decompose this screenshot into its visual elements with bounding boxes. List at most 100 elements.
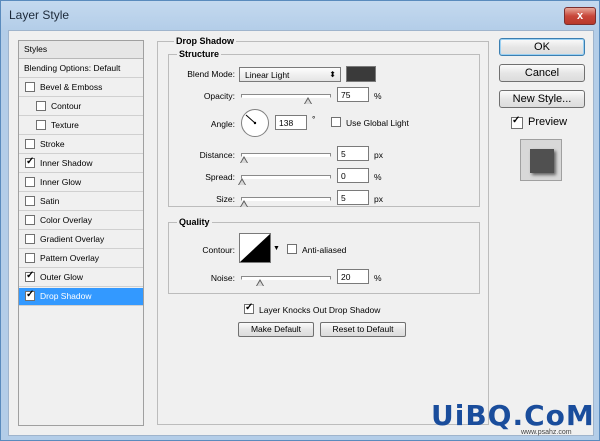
style-item-checkbox[interactable] <box>25 234 35 244</box>
angle-unit: ° <box>312 114 316 124</box>
blend-mode-label: Blend Mode: <box>187 69 235 79</box>
style-item-checkbox[interactable] <box>25 177 35 187</box>
distance-input[interactable]: 5 <box>337 146 369 161</box>
style-item-stroke[interactable]: Stroke <box>19 136 143 154</box>
size-slider[interactable] <box>239 197 331 207</box>
dialog-body: Styles Blending Options: Default Bevel & … <box>8 30 594 436</box>
preview-checkbox[interactable] <box>511 115 523 129</box>
style-item-checkbox[interactable] <box>36 101 46 111</box>
style-item-checkbox[interactable] <box>25 215 35 225</box>
style-item-satin[interactable]: Satin <box>19 193 143 211</box>
style-item-checkbox[interactable] <box>25 253 35 263</box>
style-item-checkbox[interactable] <box>25 196 35 206</box>
style-item-inner-glow[interactable]: Inner Glow <box>19 174 143 192</box>
spread-unit: % <box>374 172 382 182</box>
title-bar[interactable]: Layer Style x <box>1 1 599 31</box>
structure-title: Structure <box>177 49 222 59</box>
style-item-label: Stroke <box>40 139 65 149</box>
spread-slider-thumb[interactable] <box>238 178 246 185</box>
size-unit: px <box>374 194 383 204</box>
anti-aliased-label: Anti-aliased <box>302 245 347 255</box>
reset-to-default-button[interactable]: Reset to Default <box>320 322 406 337</box>
styles-header[interactable]: Styles <box>19 41 143 59</box>
style-item-label: Satin <box>40 196 60 206</box>
distance-label: Distance: <box>199 150 235 160</box>
new-style-button[interactable]: New Style... <box>499 90 585 108</box>
size-input[interactable]: 5 <box>337 190 369 205</box>
style-item-outer-glow[interactable]: Outer Glow <box>19 269 143 287</box>
style-item-drop-shadow[interactable]: Drop Shadow <box>19 288 143 306</box>
style-item-checkbox[interactable] <box>25 270 35 282</box>
style-item-label: Inner Shadow <box>40 158 93 168</box>
knocks-out-checkbox[interactable] <box>244 302 254 314</box>
styles-list: Styles Blending Options: Default Bevel & … <box>18 40 144 426</box>
opacity-slider[interactable] <box>241 94 331 104</box>
anti-aliased-checkbox[interactable] <box>287 244 297 254</box>
style-item-checkbox[interactable] <box>25 139 35 149</box>
cancel-button[interactable]: Cancel <box>499 64 585 82</box>
style-item-label: Color Overlay <box>40 215 92 225</box>
style-item-bevel-emboss[interactable]: Bevel & Emboss <box>19 79 143 97</box>
angle-input[interactable]: 138 <box>275 115 307 130</box>
spread-input[interactable]: 0 <box>337 168 369 183</box>
style-item-label: Texture <box>51 120 79 130</box>
style-item-pattern-overlay[interactable]: Pattern Overlay <box>19 250 143 268</box>
style-item-checkbox[interactable] <box>36 120 46 130</box>
watermark-url: www.psahz.com <box>521 429 572 436</box>
distance-slider[interactable] <box>239 153 331 163</box>
contour-picker[interactable] <box>239 233 271 263</box>
spread-slider[interactable] <box>238 175 331 185</box>
style-item-label: Outer Glow <box>40 272 83 282</box>
styles-header-label: Styles <box>24 44 48 54</box>
opacity-input[interactable]: 75 <box>337 87 369 102</box>
style-item-gradient-overlay[interactable]: Gradient Overlay <box>19 231 143 249</box>
angle-needle-icon <box>245 114 257 125</box>
chevron-updown-icon: ⬍ <box>329 70 336 79</box>
quality-title: Quality <box>177 217 212 227</box>
style-item-label: Pattern Overlay <box>40 253 100 263</box>
noise-slider-thumb[interactable] <box>255 279 264 286</box>
opacity-unit: % <box>374 91 382 101</box>
noise-unit: % <box>374 273 382 283</box>
style-item-label: Gradient Overlay <box>40 234 105 244</box>
style-item-checkbox[interactable] <box>25 156 35 168</box>
style-item-color-overlay[interactable]: Color Overlay <box>19 212 143 230</box>
preview-swatch <box>530 149 554 173</box>
style-item-label: Blending Options: Default <box>24 63 121 73</box>
ok-button[interactable]: OK <box>499 38 585 56</box>
style-item-label: Bevel & Emboss <box>40 82 103 92</box>
watermark-logo: UiBQ.CoM <box>431 399 595 432</box>
style-item-label: Drop Shadow <box>40 291 92 301</box>
opacity-label: Opacity: <box>203 91 235 101</box>
shadow-color-swatch[interactable] <box>346 66 376 82</box>
distance-slider-thumb[interactable] <box>239 156 248 163</box>
use-global-light-checkbox[interactable] <box>331 117 341 127</box>
style-item-inner-shadow[interactable]: Inner Shadow <box>19 155 143 173</box>
distance-unit: px <box>374 150 383 160</box>
noise-slider[interactable] <box>241 276 331 286</box>
opacity-slider-thumb[interactable] <box>304 97 312 104</box>
layer-style-dialog: Layer Style x Styles Blending Options: D… <box>0 0 600 441</box>
blend-mode-select[interactable]: Linear Light ⬍ <box>239 67 341 82</box>
quality-group: Quality Contour: ▼ Anti-aliased Noise: 2… <box>168 217 480 294</box>
noise-input[interactable]: 20 <box>337 269 369 284</box>
preview-thumbnail <box>520 139 562 181</box>
style-item-contour[interactable]: Contour <box>19 98 143 116</box>
size-slider-thumb[interactable] <box>239 200 248 207</box>
drop-shadow-title: Drop Shadow <box>174 36 236 46</box>
angle-dial[interactable] <box>241 109 269 137</box>
style-item-checkbox[interactable] <box>25 82 35 92</box>
make-default-button[interactable]: Make Default <box>238 322 314 337</box>
structure-group: Structure Blend Mode: Linear Light ⬍ Opa… <box>168 49 480 207</box>
spread-label: Spread: <box>205 172 235 182</box>
contour-label: Contour: <box>202 245 235 255</box>
style-item-checkbox[interactable] <box>25 289 35 301</box>
window-title: Layer Style <box>9 8 70 22</box>
drop-shadow-panel: Drop Shadow Structure Blend Mode: Linear… <box>157 36 489 425</box>
style-item-label: Contour <box>51 101 82 111</box>
close-button[interactable]: x <box>564 7 596 25</box>
chevron-down-icon[interactable]: ▼ <box>273 245 280 252</box>
style-item-blending-options-default[interactable]: Blending Options: Default <box>19 60 143 78</box>
style-item-label: Inner Glow <box>40 177 82 187</box>
style-item-texture[interactable]: Texture <box>19 117 143 135</box>
